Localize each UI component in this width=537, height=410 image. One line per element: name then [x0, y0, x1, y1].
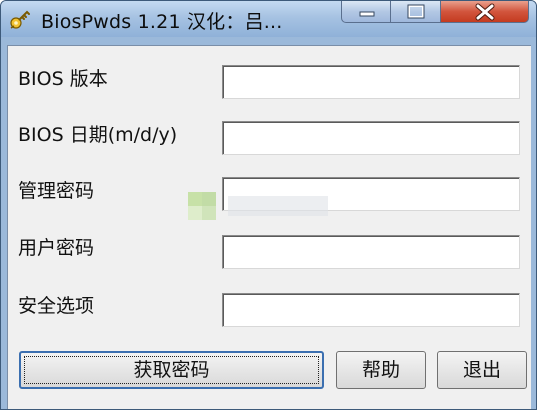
- focus-indicator: [24, 356, 319, 384]
- key-icon: [9, 8, 31, 30]
- window-title: BiosPwds 1.21 汉化：吕...: [41, 11, 283, 33]
- admin-password-field[interactable]: [222, 177, 520, 211]
- close-icon: [475, 3, 495, 21]
- user-password-field[interactable]: [222, 235, 520, 269]
- minimize-button[interactable]: [341, 1, 391, 23]
- security-option-field[interactable]: [222, 293, 520, 327]
- bios-date-label: BIOS 日期(m/d/y): [18, 124, 178, 146]
- maximize-icon: [407, 4, 425, 19]
- title-bar[interactable]: BiosPwds 1.21 汉化：吕...: [1, 1, 536, 37]
- dialog-body: BIOS 版本 BIOS 日期(m/d/y) 管理密码 用户密码 安全选项 获取…: [7, 45, 531, 409]
- user-password-label: 用户密码: [18, 237, 95, 259]
- get-password-button[interactable]: 获取密码: [19, 351, 324, 389]
- bios-date-field[interactable]: [222, 121, 520, 155]
- bios-version-field[interactable]: [222, 65, 520, 99]
- bios-version-label: BIOS 版本: [18, 68, 108, 90]
- exit-button[interactable]: 退出: [437, 351, 527, 389]
- close-button[interactable]: [441, 1, 529, 23]
- minimize-icon: [359, 11, 375, 17]
- help-button[interactable]: 帮助: [336, 351, 426, 389]
- maximize-button[interactable]: [391, 1, 441, 23]
- admin-password-label: 管理密码: [18, 180, 95, 202]
- app-window: BiosPwds 1.21 汉化：吕... BIOS 版本 BIOS 日期(m/…: [0, 0, 537, 410]
- security-option-label: 安全选项: [18, 295, 95, 317]
